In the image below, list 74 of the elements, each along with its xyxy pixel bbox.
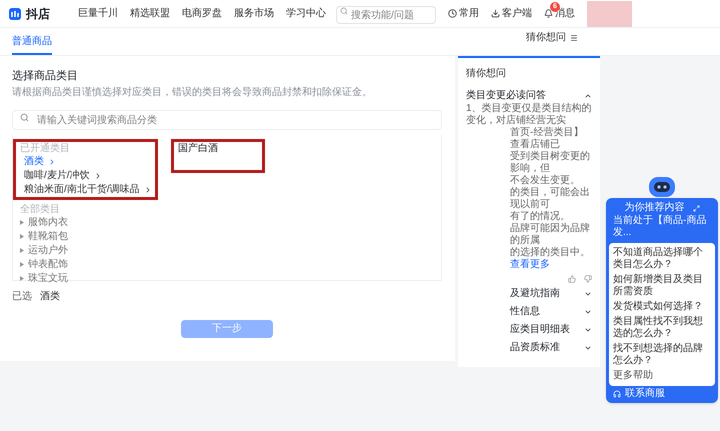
suggested-question-link[interactable]: 找不到想选择的品牌怎么办？ — [613, 343, 711, 367]
chevron-up-icon — [584, 92, 592, 100]
subcategory-item[interactable]: 国产白酒 — [178, 142, 218, 156]
assistant-subtitle: 当前处于【商品-商品发... — [612, 215, 708, 239]
chevron-down-icon — [584, 308, 592, 316]
search-icon — [20, 112, 29, 122]
download-icon — [491, 9, 500, 18]
assistant-title: 为你推荐内容 — [624, 201, 684, 214]
chevron-down-icon — [584, 344, 592, 352]
selected-value: 酒类 — [40, 290, 60, 304]
nav-link[interactable]: 巨量千川 — [78, 6, 118, 21]
category-item[interactable]: 钟表配饰 — [16, 258, 72, 272]
search-field[interactable]: 搜索功能/问题 — [336, 6, 436, 24]
chevron-down-icon — [584, 326, 592, 334]
nav-link[interactable]: 精选联盟 — [130, 6, 170, 21]
section-description: 请根据商品类目谨慎选择对应类目，错误的类目将会导致商品封禁和扣除保证金。 — [12, 86, 373, 98]
faq-answer-text: 有了的情况。 — [509, 211, 571, 222]
faq-answer-text: 不会发生变更。 — [509, 175, 581, 186]
faq-answer-text: 的类目，可能会出现以前可 — [509, 187, 591, 210]
faq-answer-text: 首页-经营类目】查看店铺已 — [509, 127, 584, 150]
suggested-question-link[interactable]: 类目属性找不到我想选的怎么办？ — [613, 316, 711, 340]
chevron-right-icon — [48, 158, 56, 166]
suggested-question-link[interactable]: 不知道商品选择哪个类目怎么办？ — [613, 247, 711, 271]
logo-text: 抖店 — [26, 6, 50, 22]
clock-icon — [448, 9, 457, 18]
nav-link[interactable]: 学习中心 — [286, 6, 326, 21]
caret-icon — [20, 276, 24, 281]
faq-item[interactable]: 应类目明细表 — [466, 323, 592, 337]
menu-icon — [570, 34, 578, 42]
category-item[interactable]: 运动户外 — [16, 244, 72, 258]
faq-title: 猜你想问 — [466, 66, 507, 81]
faq-item[interactable]: 性信息 — [466, 305, 592, 319]
redacted-account-block — [587, 0, 632, 26]
caret-icon — [20, 262, 24, 267]
group-heading: 已开通类目 — [19, 142, 71, 154]
category-search-field[interactable]: 请输入关键词搜索商品分类 — [12, 110, 442, 130]
category-item[interactable]: 鞋靴箱包 — [16, 230, 72, 244]
caret-icon — [20, 220, 24, 225]
category-item[interactable]: 咖啡/麦片/冲饮 — [16, 168, 106, 182]
nav-link[interactable]: 服务市场 — [234, 6, 274, 21]
faq-answer-text: 品牌可能因为品牌的所属 — [509, 223, 591, 246]
faq-answer-text: 1、类目变更仅是类目结构的变化，对店铺经营无实 — [466, 103, 592, 126]
category-item[interactable]: 珠宝文玩 — [16, 272, 72, 286]
caret-icon — [20, 234, 24, 239]
faq-item[interactable]: 类目变更必读问答 — [466, 89, 592, 103]
nav-link[interactable]: 电商罗盘 — [182, 6, 222, 21]
robot-head-icon — [647, 176, 677, 198]
caret-icon — [20, 248, 24, 253]
chevron-down-icon — [584, 290, 592, 298]
suggested-question-link[interactable]: 如何新增类目及类目所需资质 — [613, 274, 711, 298]
category-item[interactable]: 粮油米面/南北干货/调味品 — [16, 182, 156, 196]
more-help-link[interactable]: 更多帮助 — [613, 370, 711, 382]
faq-item[interactable]: 品资质标准 — [466, 341, 592, 355]
logo-icon — [8, 6, 22, 20]
category-item[interactable]: 酒类 — [16, 154, 60, 168]
suggested-question-link[interactable]: 发货模式如何选择？ — [613, 301, 711, 313]
category-item[interactable]: 服饰内衣 — [16, 216, 72, 230]
thumbs-down-icon[interactable] — [584, 275, 592, 283]
header-action-button[interactable]: 常用 — [448, 6, 479, 21]
faq-item[interactable]: 及避坑指南 — [466, 287, 592, 301]
thumbs-up-icon[interactable] — [568, 275, 576, 283]
faq-answer-text: 受到类目树变更的影响，但 — [509, 151, 591, 174]
header-action-button[interactable]: 客户端 — [491, 6, 532, 21]
search-icon — [340, 6, 348, 14]
help-toggle-button[interactable]: 猜你想问 — [526, 30, 578, 45]
bell-icon — [544, 9, 553, 18]
selected-label: 已选 — [12, 290, 32, 304]
group-heading: 全部类目 — [19, 202, 61, 216]
contact-service-button[interactable]: 联系商服 — [609, 386, 669, 400]
headset-icon — [613, 390, 621, 398]
section-title: 选择商品类目 — [12, 68, 79, 84]
expand-icon[interactable] — [692, 204, 700, 212]
faq-answer-text: 的选择的类目中。 — [509, 247, 591, 258]
view-more-link[interactable]: 查看更多 — [466, 259, 592, 271]
